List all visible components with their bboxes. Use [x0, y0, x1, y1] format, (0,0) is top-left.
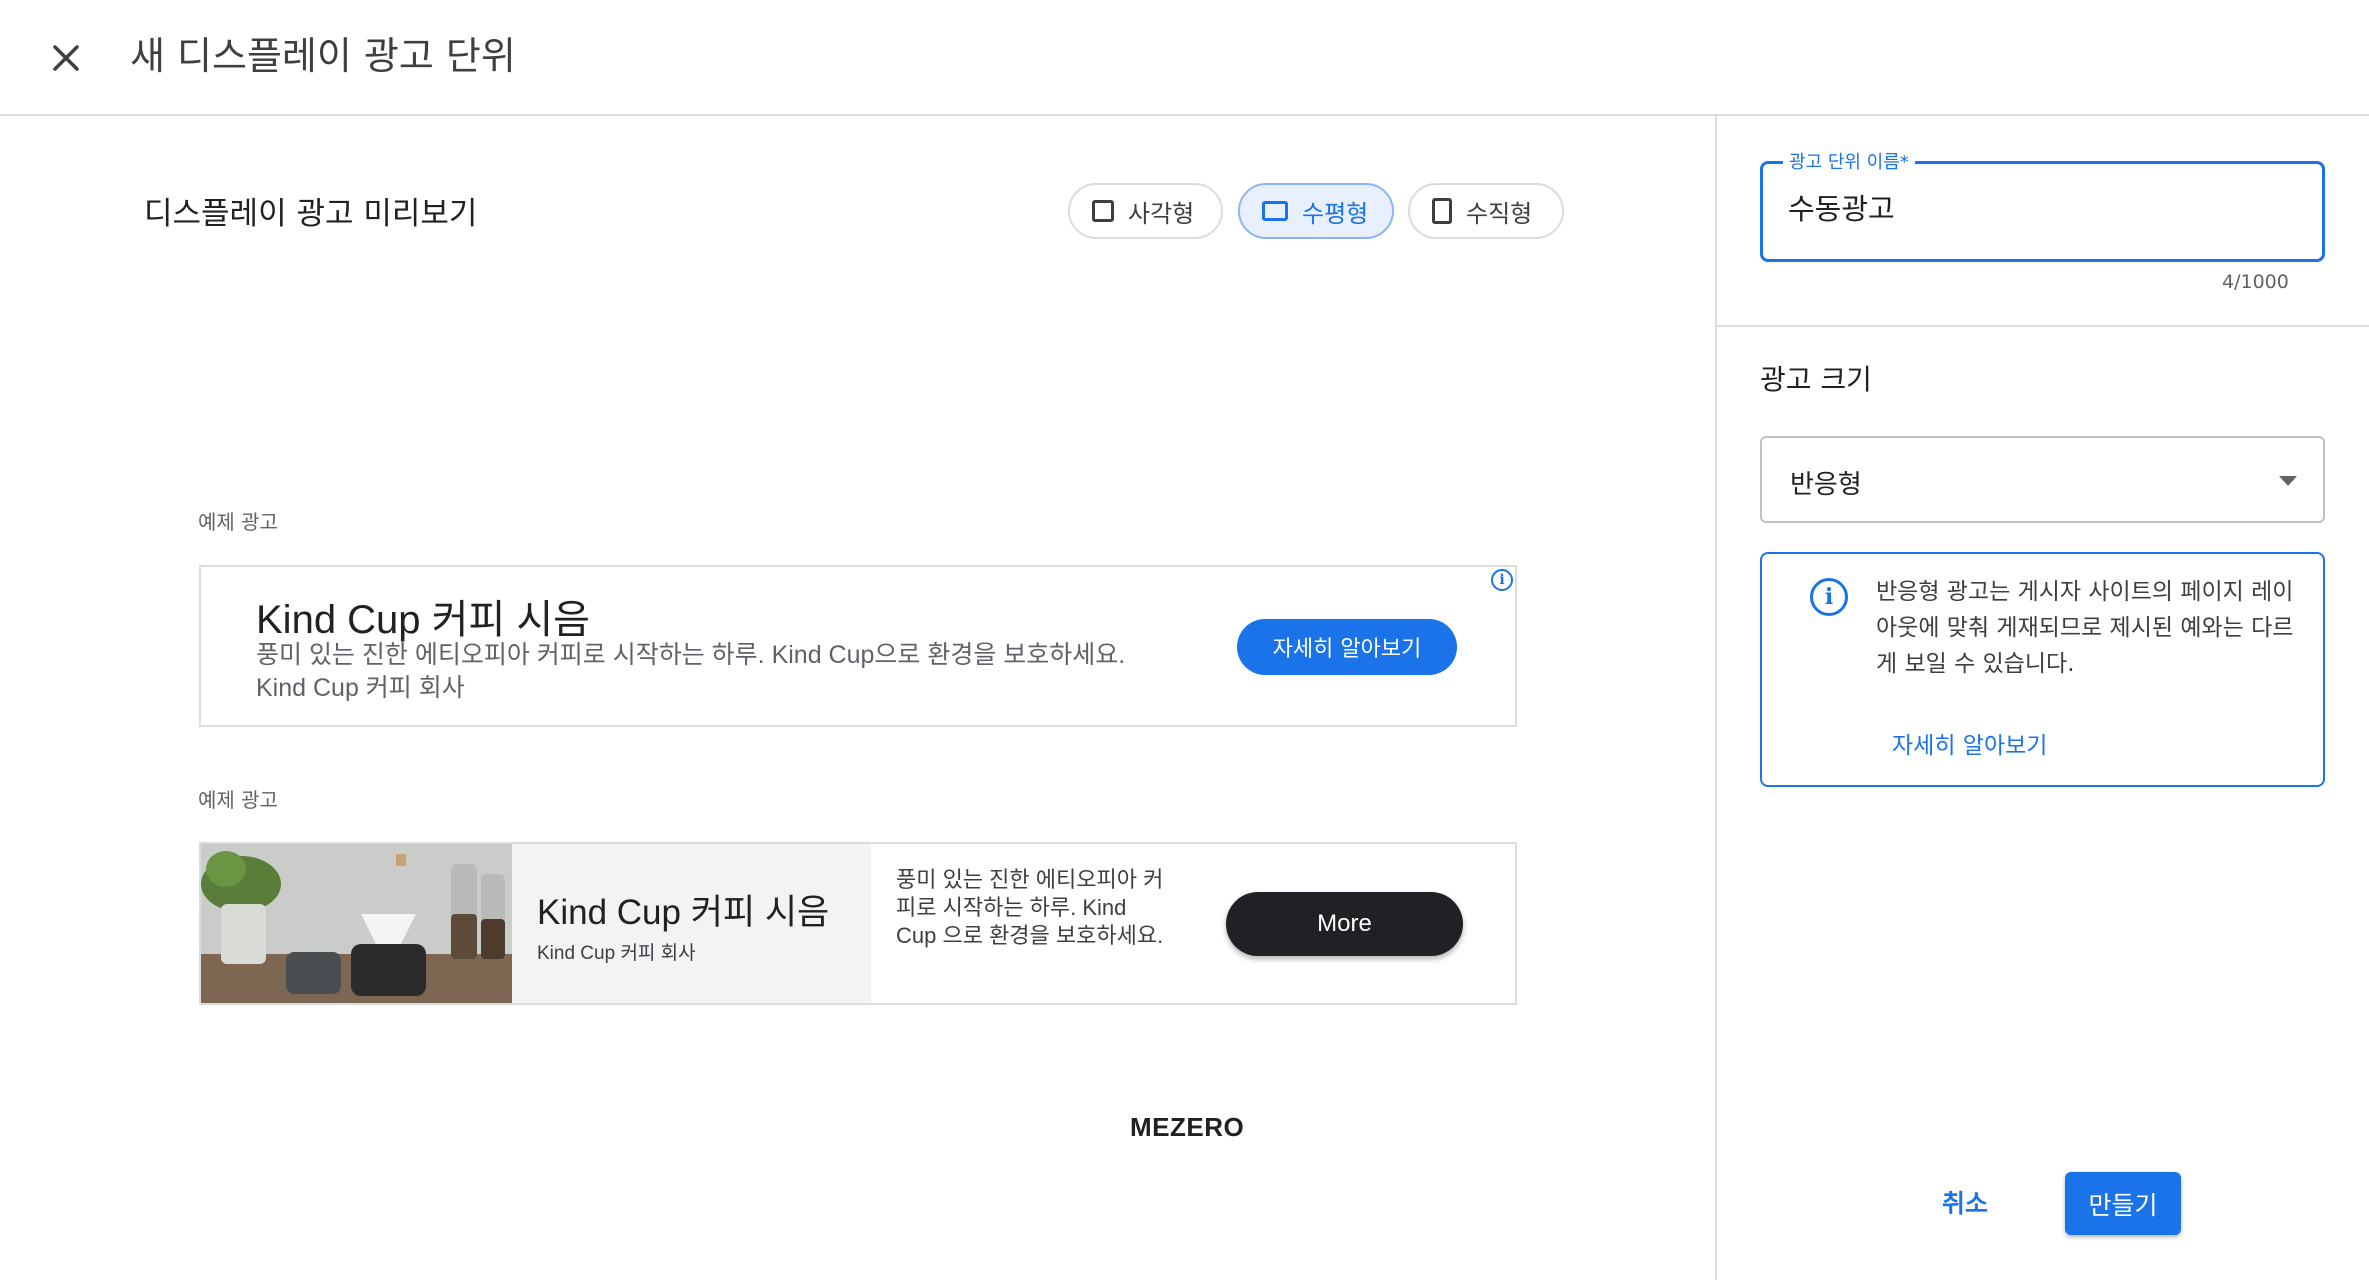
close-button[interactable]: [40, 32, 92, 84]
ad-headline: Kind Cup 커피 시음: [256, 598, 590, 642]
learn-more-link[interactable]: 자세히 알아보기: [1892, 726, 2047, 760]
sample-ad-text: Kind Cup 커피 시음 풍미 있는 진한 에티오피아 커피로 시작하는 하…: [199, 565, 1517, 727]
shape-chip-square[interactable]: 사각형: [1068, 183, 1223, 239]
ad-advertiser: Kind Cup 커피 회사: [537, 943, 696, 964]
info-icon: i: [1810, 578, 1848, 616]
ad-description: 풍미 있는 진한 에티오피아 커피로 시작하는 하루. Kind Cup 으로 …: [896, 867, 1164, 948]
dropdown-arrow-icon: [2279, 476, 2297, 486]
shape-chip-horizontal[interactable]: 수평형: [1238, 183, 1394, 239]
sample-ad-image: Kind Cup 커피 시음 Kind Cup 커피 회사 풍미 있는 진한 에…: [199, 842, 1517, 1005]
ad-headline: Kind Cup 커피 시음: [537, 893, 830, 932]
vertical-rectangle-icon: [1432, 198, 1452, 224]
horizontal-rectangle-icon: [1262, 201, 1288, 221]
info-text: 반응형 광고는 게시자 사이트의 페이지 레이아웃에 맞춰 게재되므로 제시된 …: [1876, 579, 2294, 677]
close-icon: [53, 45, 79, 71]
character-counter: 4/1000: [2222, 271, 2289, 293]
shape-chip-label: 수평형: [1302, 199, 1369, 228]
top-bar: 새 디스플레이 광고 단위: [0, 0, 2369, 116]
shape-chip-label: 수직형: [1466, 199, 1533, 228]
cancel-button[interactable]: 취소: [1920, 1170, 2010, 1234]
ad-unit-name-label: 광고 단위 이름*: [1783, 148, 1915, 174]
sample-ad-label: 예제 광고: [198, 788, 278, 812]
ad-size-title: 광고 크기: [1760, 363, 1872, 396]
create-button[interactable]: 만들기: [2065, 1172, 2181, 1235]
panel-divider: [1715, 116, 1717, 1280]
square-icon: [1092, 200, 1114, 222]
page-title: 새 디스플레이 광고 단위: [130, 34, 516, 78]
ad-learn-more-button[interactable]: 자세히 알아보기: [1237, 619, 1457, 675]
responsive-info-box: i 반응형 광고는 게시자 사이트의 페이지 레이아웃에 맞춰 게재되므로 제시…: [1760, 552, 2325, 787]
ad-more-button[interactable]: More: [1226, 892, 1463, 956]
brand-logo: MEZERO: [1130, 1112, 1245, 1142]
ad-description: 풍미 있는 진한 에티오피아 커피로 시작하는 하루. Kind Cup으로 환…: [256, 641, 1126, 702]
shape-chip-vertical[interactable]: 수직형: [1408, 183, 1564, 239]
ad-unit-name-input[interactable]: [1788, 190, 2288, 224]
adchoices-icon[interactable]: i: [1491, 569, 1513, 591]
ad-size-select[interactable]: 반응형: [1760, 436, 2325, 523]
preview-title: 디스플레이 광고 미리보기: [144, 196, 478, 232]
sample-ad-label: 예제 광고: [198, 510, 278, 534]
ad-image: [201, 844, 512, 1003]
section-divider: [1717, 325, 2369, 327]
ad-size-value: 반응형: [1790, 470, 1862, 500]
shape-chip-label: 사각형: [1128, 199, 1195, 228]
